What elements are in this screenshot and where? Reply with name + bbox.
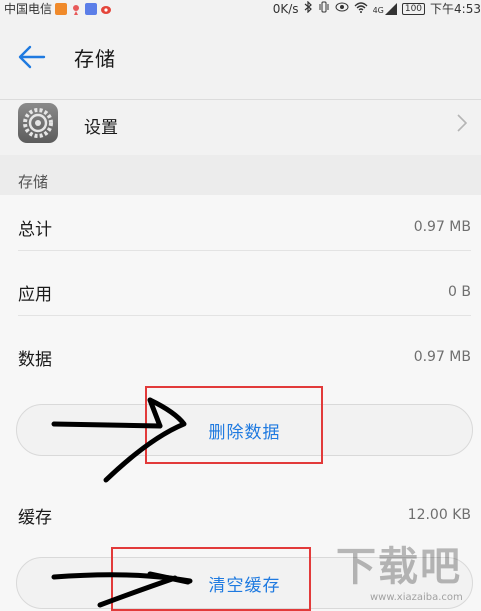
watermark-text: 下载吧: [336, 544, 462, 590]
watermark-logo: 下载吧 www.xiazaiba.com: [330, 530, 480, 610]
watermark-url: www.xiazaiba.com: [370, 592, 463, 603]
hand-drawn-arrow-annotation: [51, 397, 193, 608]
